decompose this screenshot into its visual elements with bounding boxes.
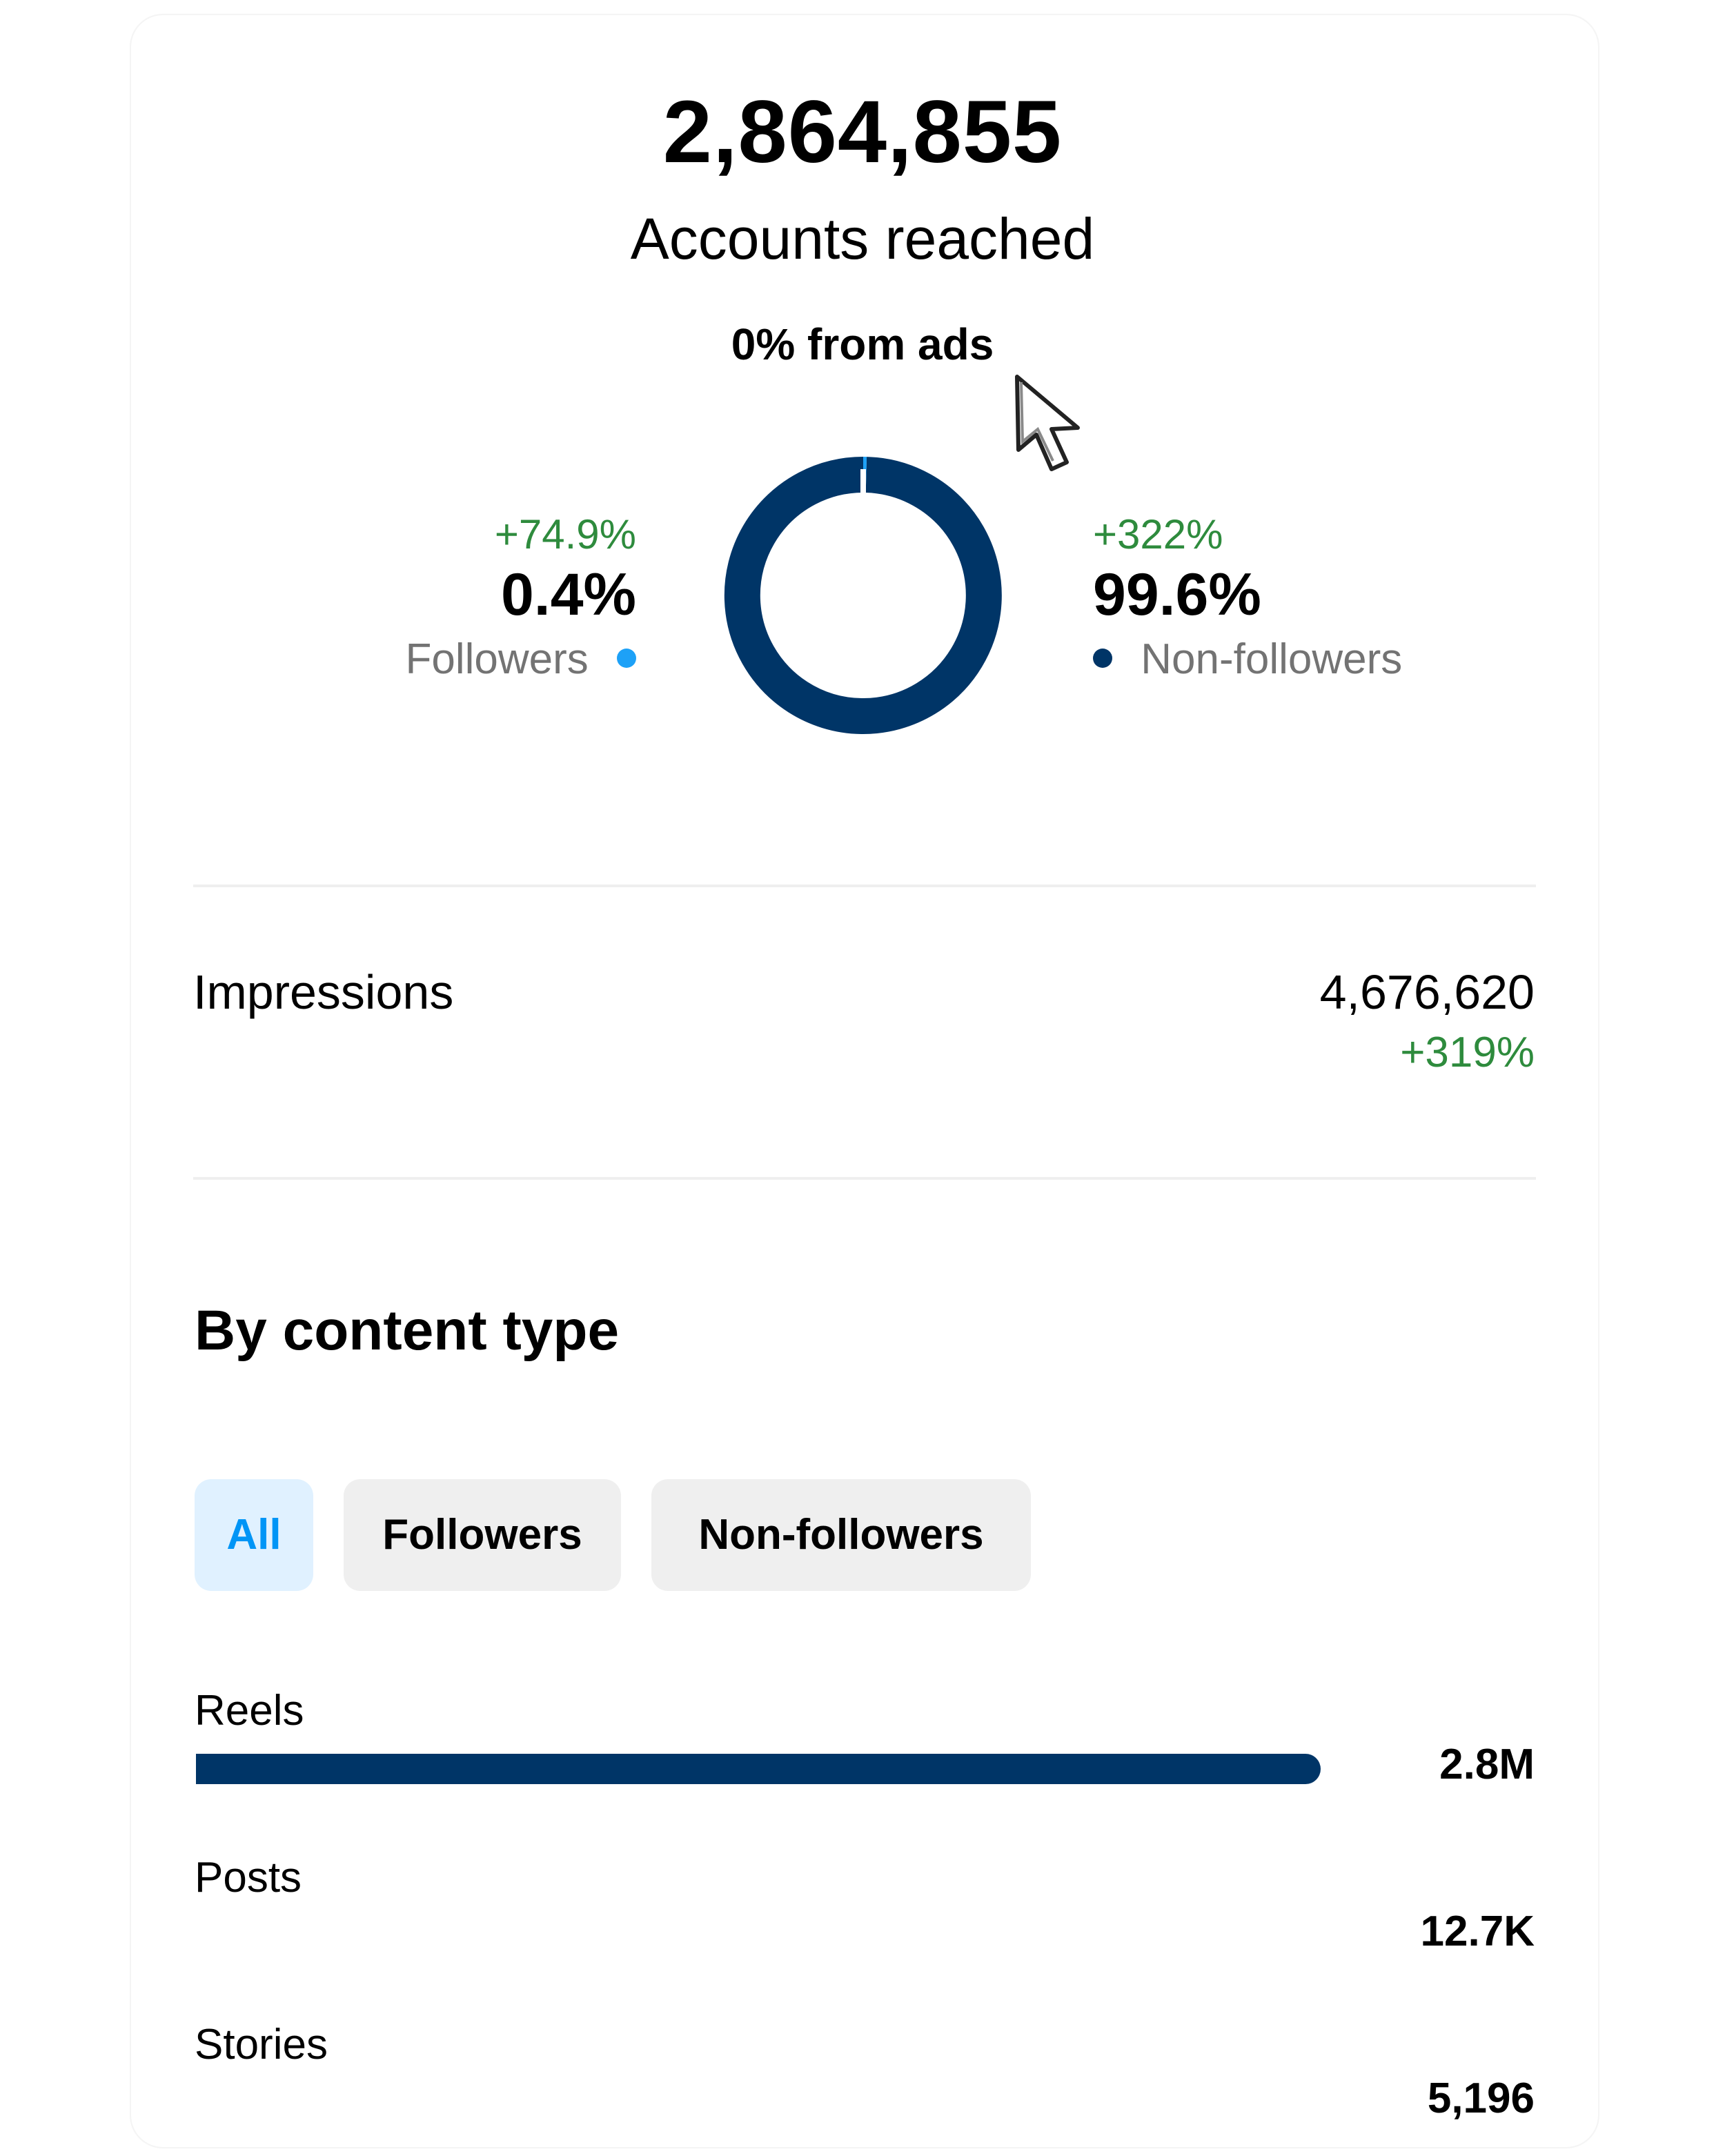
filter-followers-tab[interactable]: Followers	[344, 1479, 621, 1591]
content-row-label: Stories	[195, 2021, 328, 2068]
content-bar-track	[196, 1921, 1321, 1951]
impressions-value: 4,676,620	[1319, 965, 1535, 1019]
accounts-reached-value: 2,864,855	[662, 83, 1063, 181]
followers-label: Followers	[405, 635, 589, 683]
non-followers-share: 99.6%	[1093, 562, 1261, 628]
content-row-value: 12.7K	[1420, 1908, 1535, 1955]
non-followers-stats: +322% 99.6% Non-followers	[1093, 511, 1402, 684]
filter-all-tab[interactable]: All	[195, 1479, 313, 1591]
non-followers-label: Non-followers	[1141, 635, 1403, 683]
content-bar-reels	[196, 1754, 1321, 1784]
content-row-label: Posts	[195, 1854, 302, 1901]
non-followers-dot-icon	[1093, 648, 1112, 668]
donut-segment-non-followers	[724, 457, 1002, 734]
non-followers-delta: +322%	[1093, 511, 1223, 557]
content-row-label: Reels	[195, 1687, 304, 1734]
impressions-label: Impressions	[193, 965, 454, 1019]
content-row-value: 5,196	[1427, 2075, 1535, 2122]
mouse-pointer-icon	[1015, 375, 1080, 471]
content-row-value: 2.8M	[1439, 1741, 1535, 1788]
from-ads-note: 0% from ads	[731, 319, 994, 369]
reach-donut-chart	[724, 457, 1002, 734]
followers-delta: +74.9%	[494, 511, 636, 557]
content-bar-track	[196, 1754, 1321, 1784]
accounts-reached-label: Accounts reached	[630, 206, 1095, 271]
divider	[193, 884, 1536, 887]
section-title: By content type	[195, 1299, 620, 1362]
filter-non-followers-tab[interactable]: Non-followers	[651, 1479, 1031, 1591]
followers-stats: +74.9% 0.4% Followers	[405, 511, 636, 684]
followers-dot-icon	[617, 648, 636, 668]
followers-share: 0.4%	[500, 562, 636, 628]
impressions-delta: +319%	[1400, 1029, 1535, 1076]
content-bar-track	[196, 2088, 1321, 2118]
divider	[193, 1177, 1536, 1180]
